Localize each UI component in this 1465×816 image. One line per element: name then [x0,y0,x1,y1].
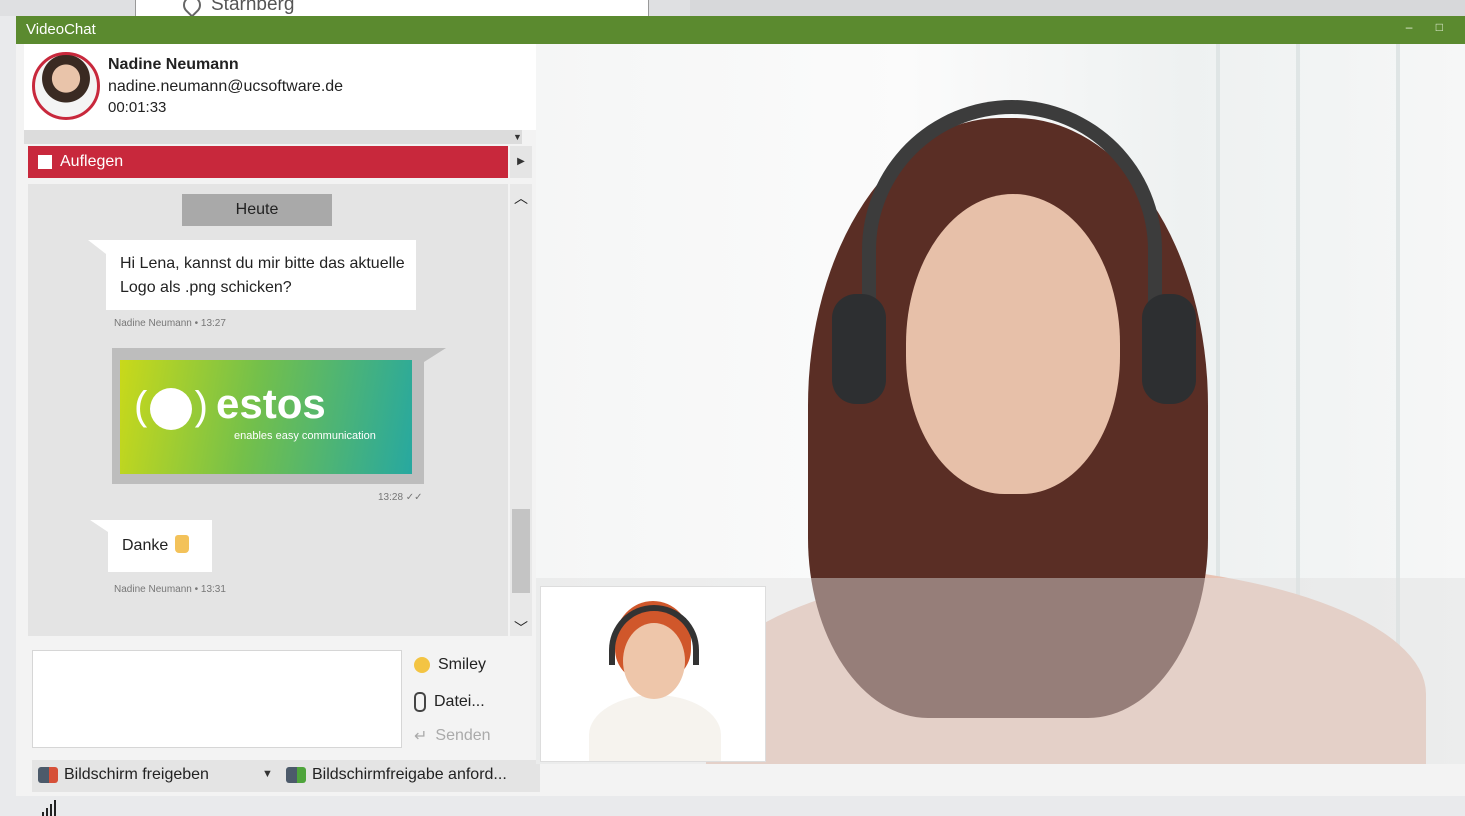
local-headset [609,605,699,665]
logo-tagline: enables easy communication [234,430,376,442]
date-separator: Heute [182,194,332,226]
message-text: Danke [122,537,169,554]
share-bar: Bildschirm freigeben ▼ Bildschirmfreigab… [32,760,540,792]
headset-earcup-right [1142,294,1196,404]
chat-panel: Nadine Neumann nadine.neumann@ucsoftware… [24,44,540,816]
logo-name: estos [216,380,326,427]
thumbs-up-icon [174,535,189,553]
screen-share-button[interactable]: Bildschirm freigeben [38,766,209,784]
contact-header: Nadine Neumann nadine.neumann@ucsoftware… [24,44,540,130]
chevron-right-icon[interactable]: ▶ [510,146,532,178]
request-share-button[interactable]: Bildschirmfreigabe anford... [286,766,507,784]
smiley-button[interactable]: Smiley [414,656,486,674]
window-title: VideoChat [26,21,96,38]
request-share-icon [286,767,306,783]
chat-scrollbar[interactable]: ︿ ﹀ [510,184,532,636]
message-bubble: Hi Lena, kannst du mir bitte das aktuell… [88,240,416,310]
scrollbar-thumb[interactable] [512,509,530,593]
smiley-label: Smiley [438,656,487,673]
message-meta: 13:28 ✓✓ [378,492,423,503]
maximize-button[interactable]: □ [1436,20,1453,34]
smiley-icon [414,657,430,673]
message-input[interactable] [32,650,402,748]
local-video-preview[interactable] [540,586,766,762]
composer-tools: Smiley Datei... ↵ Senden [414,648,534,752]
hangup-button[interactable]: Auflegen [28,146,508,178]
stop-icon [38,155,52,169]
avatar[interactable] [32,52,100,120]
attach-file-label: Datei... [434,693,485,710]
estos-logo-image[interactable]: estos enables easy communication [120,360,412,474]
title-bar[interactable]: VideoChat – □ [16,16,1465,44]
send-label: Senden [435,727,491,744]
chevron-down-icon[interactable]: ▼ [262,768,273,780]
screen-share-label: Bildschirm freigeben [64,766,209,783]
call-duration: 00:01:33 [108,99,167,116]
message-meta: Nadine Neumann • 13:31 [114,584,226,595]
message-bubble: Danke [90,520,212,572]
screen-share-icon [38,767,58,783]
attach-file-button[interactable]: Datei... [414,692,485,712]
contact-name: Nadine Neumann [108,56,239,73]
chat-history[interactable]: Heute Hi Lena, kannst du mir bitte das a… [28,184,508,636]
remote-video [536,44,1465,764]
contact-email[interactable]: nadine.neumann@ucsoftware.de [108,78,343,96]
headset-band [862,100,1162,340]
chevron-up-icon[interactable]: ︿ [514,188,528,208]
background-location-label: Starnberg [211,0,295,15]
hangup-label: Auflegen [60,153,124,170]
chevron-down-icon[interactable]: ▼ [513,132,522,142]
paperclip-icon [414,692,426,712]
send-button[interactable]: ↵ Senden [414,726,491,746]
logo-mark [134,384,208,430]
send-icon: ↵ [414,728,428,745]
window-controls[interactable]: – □ [1406,20,1453,34]
minimize-button[interactable]: – [1406,20,1423,34]
image-message[interactable]: estos enables easy communication [112,348,446,484]
headset-earcup-left [832,294,886,404]
chevron-down-icon[interactable]: ﹀ [514,618,528,638]
message-text: Hi Lena, kannst du mir bitte das aktuell… [120,255,405,296]
request-share-label: Bildschirmfreigabe anford... [312,766,507,783]
background-right-area [690,0,1465,16]
local-person-body [589,695,721,761]
collapsed-strip[interactable] [24,130,522,144]
background-location: Starnberg [179,0,295,18]
videochat-window: VideoChat – □ Nadine Neumann nadine.neum… [16,16,1465,816]
signal-icon [42,800,58,816]
message-meta: Nadine Neumann • 13:27 [114,318,226,329]
